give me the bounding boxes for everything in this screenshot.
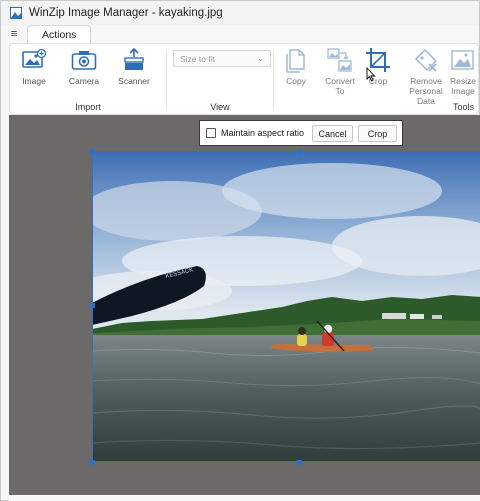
zoom-select-value: Size to fit	[180, 53, 215, 64]
remove-personal-data-label-line2: Personal Data	[409, 86, 443, 106]
scanner-button-label: Scanner	[118, 76, 150, 86]
camera-button-label: Camera	[68, 76, 100, 86]
menu-button[interactable]: ≡	[1, 25, 27, 43]
window-title: WinZip Image Manager - kayaking.jpg	[29, 7, 223, 19]
image-button[interactable]: Image	[12, 47, 56, 86]
remove-personal-data-label-line1: Remove	[410, 76, 442, 86]
maintain-aspect-checkbox[interactable]	[206, 128, 216, 138]
chevron-down-icon: ⌄	[257, 54, 264, 63]
cancel-button[interactable]: Cancel	[312, 125, 353, 142]
tab-actions[interactable]: Actions	[27, 25, 92, 43]
copy-icon	[283, 47, 309, 73]
resize-image-label-line1: Resize	[450, 76, 476, 86]
ribbon-group-view: Size to fit ⌄ View	[167, 44, 273, 116]
crop-handle-bottom-left[interactable]	[90, 460, 95, 465]
group-label-tools: Tools	[452, 102, 474, 112]
maintain-aspect-label[interactable]: Maintain aspect ratio	[221, 128, 304, 138]
remove-personal-data-button[interactable]: Remove Personal Data	[400, 47, 452, 106]
crop-confirm-button[interactable]: Crop	[358, 125, 397, 142]
crop-button[interactable]: Crop	[356, 47, 400, 86]
status-strip	[9, 495, 480, 501]
copy-button-label: Copy	[286, 76, 306, 86]
convert-to-label-line2: To	[335, 86, 345, 96]
resize-image-button[interactable]: Resize Image	[446, 47, 480, 96]
image-add-icon	[21, 47, 47, 73]
title-bar: WinZip Image Manager - kayaking.jpg	[1, 1, 479, 25]
crop-handle-left[interactable]	[90, 303, 95, 308]
convert-to-label-line1: Convert	[325, 76, 355, 86]
convert-icon	[327, 47, 353, 73]
crop-handle-top-left[interactable]	[90, 149, 95, 154]
crop-handle-top[interactable]	[297, 149, 302, 154]
group-label-import: Import	[75, 102, 101, 112]
copy-button[interactable]: Copy	[274, 47, 318, 86]
zoom-select[interactable]: Size to fit ⌄	[173, 50, 271, 67]
mouse-cursor-icon	[366, 66, 376, 87]
remove-data-icon	[413, 47, 439, 73]
scanner-button[interactable]: Scanner	[112, 47, 156, 86]
image-button-label: Image	[22, 76, 46, 86]
camera-button[interactable]: Camera	[62, 47, 106, 86]
resize-icon	[450, 47, 476, 73]
group-label-view: View	[210, 102, 230, 112]
resize-image-label-line2: Image	[451, 86, 475, 96]
ribbon-group-tools: Copy Convert To Crop Remove Personal Dat…	[274, 44, 480, 116]
photo-preview[interactable]: KESSACK	[92, 151, 480, 462]
app-logo-icon	[10, 7, 22, 19]
app-window: WinZip Image Manager - kayaking.jpg ≡ Ac…	[0, 0, 480, 501]
crop-handle-bottom[interactable]	[297, 460, 302, 465]
camera-icon	[71, 47, 97, 73]
ribbon: Image Camera Scanner Import Size to fit …	[9, 43, 479, 115]
tab-bar: ≡ Actions	[1, 25, 479, 43]
resize-image-label: Resize Image	[450, 76, 476, 96]
scanner-icon	[121, 47, 147, 73]
remove-personal-data-label: Remove Personal Data	[400, 76, 452, 106]
convert-to-label: Convert To	[325, 76, 355, 96]
crop-toolbar: Maintain aspect ratio Cancel Crop	[199, 120, 403, 146]
ribbon-group-import: Image Camera Scanner Import	[10, 44, 166, 116]
